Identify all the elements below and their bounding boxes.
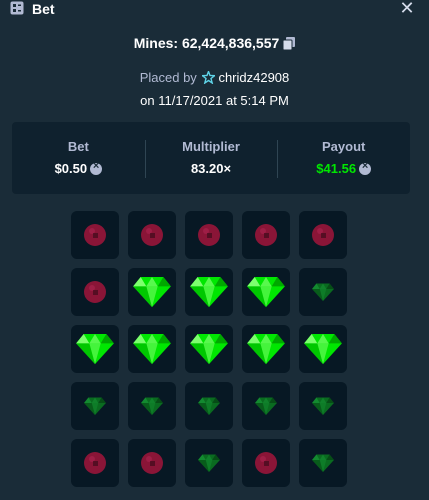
gem-icon	[255, 397, 277, 416]
board-tile	[299, 268, 347, 316]
board-tile	[71, 211, 119, 259]
mine-icon	[197, 223, 221, 247]
mine-icon	[254, 451, 278, 475]
game-id-line: Mines: 62,424,836,557	[0, 35, 429, 51]
board-tile	[128, 211, 176, 259]
gem-icon	[133, 276, 171, 308]
payout-amount: $41.56	[316, 161, 357, 176]
date-prefix: on	[140, 93, 155, 108]
board-tile	[128, 325, 176, 373]
board-tile	[128, 439, 176, 487]
mines-game-id: Mines: 62,424,836,557	[133, 35, 280, 51]
gem-icon	[76, 333, 114, 365]
gem-icon	[304, 333, 342, 365]
gem-icon	[190, 276, 228, 308]
username-link[interactable]: chridz42908	[218, 70, 289, 85]
mine-icon	[140, 451, 164, 475]
placed-by-line: Placed by chridz42908	[0, 69, 429, 85]
payout-label: Payout	[322, 139, 366, 154]
mine-icon	[83, 451, 107, 475]
board-tile	[242, 268, 290, 316]
mine-icon	[83, 223, 107, 247]
payout-value-row: $41.56	[277, 160, 410, 176]
bet-date: 11/17/2021 at 5:14 PM	[158, 93, 289, 108]
board-tile	[71, 268, 119, 316]
mine-icon	[140, 223, 164, 247]
mine-icon	[311, 223, 335, 247]
board-tile	[242, 439, 290, 487]
board-tile	[71, 325, 119, 373]
board-tile	[128, 268, 176, 316]
bet-value-row: $0.50	[12, 160, 145, 176]
multiplier-label: Multiplier	[182, 139, 240, 154]
board-tile	[299, 382, 347, 430]
board-tile	[185, 382, 233, 430]
bet-slip-icon	[10, 1, 24, 15]
board-tile	[299, 325, 347, 373]
currency-icon	[90, 160, 103, 175]
gem-icon	[198, 454, 220, 473]
mines-board	[71, 211, 351, 487]
gem-icon	[312, 454, 334, 473]
board-tile	[299, 439, 347, 487]
gem-icon	[247, 333, 285, 365]
bet-amount: $0.50	[54, 161, 88, 176]
board-tile	[242, 325, 290, 373]
placed-by-label: Placed by	[139, 70, 197, 85]
gem-icon	[312, 283, 334, 302]
gem-icon	[133, 333, 171, 365]
board-tile	[71, 439, 119, 487]
board-tile	[185, 439, 233, 487]
bet-stats-panel: Bet $0.50 Multiplier 83.20× Payout $41.5…	[12, 122, 410, 194]
mine-icon	[254, 223, 278, 247]
modal-header: Bet ✕	[0, 0, 429, 18]
multiplier-stat: Multiplier 83.20×	[144, 122, 278, 194]
board-tile	[242, 211, 290, 259]
gem-icon	[247, 276, 285, 308]
bet-label: Bet	[67, 139, 89, 154]
vip-badge-icon	[201, 69, 217, 85]
modal-title: Bet	[32, 1, 55, 17]
board-tile	[128, 382, 176, 430]
board-tile	[185, 325, 233, 373]
board-tile	[299, 211, 347, 259]
bet-date-line: on 11/17/2021 at 5:14 PM	[0, 93, 429, 108]
board-tile	[242, 382, 290, 430]
board-tile	[185, 211, 233, 259]
board-tile	[71, 382, 119, 430]
close-icon[interactable]: ✕	[399, 0, 415, 17]
board-tile	[185, 268, 233, 316]
bet-stat: Bet $0.50	[12, 122, 145, 194]
multiplier-value: 83.20×	[190, 161, 232, 176]
gem-icon	[141, 397, 163, 416]
gem-icon	[198, 397, 220, 416]
mine-icon	[83, 280, 107, 304]
payout-stat: Payout $41.56	[277, 122, 410, 194]
gem-icon	[312, 397, 334, 416]
gem-icon	[84, 397, 106, 416]
currency-icon	[359, 160, 372, 175]
gem-icon	[190, 333, 228, 365]
copy-icon[interactable]	[282, 37, 296, 51]
